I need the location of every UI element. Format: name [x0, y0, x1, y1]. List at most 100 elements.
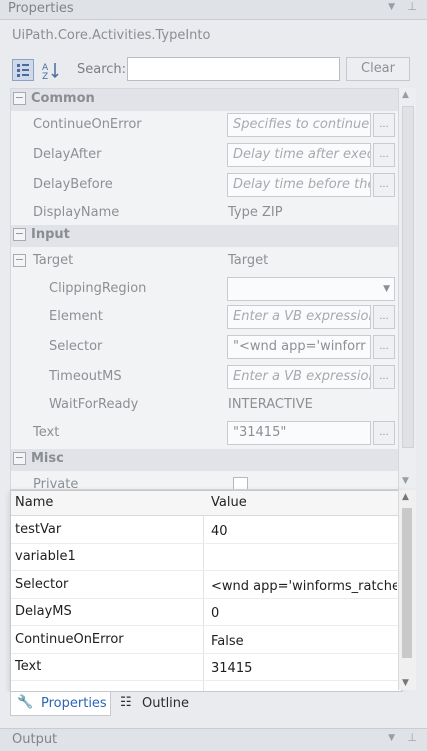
properties-panel-header: Properties ▼ ⊥: [0, 0, 427, 20]
property-name: Selector: [49, 339, 103, 354]
delaybefore-input[interactable]: Delay time before the: [227, 173, 371, 197]
grid-scrollbar[interactable]: ▲ ▼: [398, 88, 416, 488]
alphabetical-button[interactable]: A Z: [40, 59, 62, 82]
property-name: Target: [33, 253, 74, 268]
variable-name: testVar: [15, 522, 62, 537]
text-input[interactable]: "31415": [227, 421, 371, 445]
output-title: Output: [12, 732, 58, 747]
collapse-icon[interactable]: −: [13, 228, 26, 241]
scroll-down-icon[interactable]: ▼: [402, 476, 409, 486]
ellipsis-button[interactable]: ...: [373, 173, 395, 197]
placeholder-text: Enter a VB expressior: [233, 309, 371, 324]
ellipsis-button[interactable]: ...: [373, 365, 395, 389]
activity-type: UiPath.Core.Activities.TypeInto: [12, 28, 211, 43]
search-input[interactable]: [127, 57, 340, 81]
category-input[interactable]: − Input: [11, 225, 398, 247]
placeholder-text: Delay time before the: [233, 177, 371, 192]
variable-value[interactable]: 31415: [211, 661, 397, 676]
variable-value[interactable]: <wnd app='winforms_ratche: [211, 579, 397, 594]
collapse-icon[interactable]: −: [13, 452, 26, 465]
property-name: DelayBefore: [33, 177, 113, 192]
svg-text:Z: Z: [42, 72, 48, 80]
output-panel-header: Output ▼ ⊥: [0, 728, 427, 751]
variable-name: ContinueOnError: [15, 632, 124, 647]
continueonerror-input[interactable]: Specifies to continue: [227, 113, 371, 137]
property-name: Private: [33, 477, 79, 490]
property-name: Element: [49, 309, 103, 324]
ellipsis-button[interactable]: ...: [373, 305, 395, 329]
scroll-up-icon[interactable]: ▲: [402, 90, 409, 100]
table-row[interactable]: Text 31415: [11, 653, 401, 681]
collapse-icon[interactable]: −: [13, 92, 26, 105]
table-header: Name Value: [11, 491, 401, 516]
property-row-timeoutms[interactable]: TimeoutMS Enter a VB expressior ...: [11, 363, 398, 391]
dropdown-icon[interactable]: ▼: [388, 733, 395, 743]
pin-icon[interactable]: ⊥: [407, 731, 417, 744]
column-header-value[interactable]: Value: [211, 495, 247, 510]
property-row-delaybefore[interactable]: DelayBefore Delay time before the ...: [11, 171, 398, 199]
ellipsis-button[interactable]: ...: [373, 421, 395, 445]
variable-value[interactable]: 0: [211, 606, 397, 621]
tab-label: Outline: [142, 696, 190, 711]
property-name: DisplayName: [33, 205, 120, 220]
element-input[interactable]: Enter a VB expressior: [227, 305, 371, 329]
table-row[interactable]: DelayMS 0: [11, 598, 401, 626]
table-row[interactable]: variable1: [11, 543, 401, 571]
category-common[interactable]: − Common: [11, 89, 398, 111]
property-name: DelayAfter: [33, 147, 102, 162]
variables-scrollbar[interactable]: ▲ ▼: [398, 490, 416, 690]
property-name: ContinueOnError: [33, 117, 142, 132]
chevron-down-icon: ▼: [383, 284, 390, 294]
waitforready-value[interactable]: INTERACTIVE: [228, 397, 313, 412]
property-name: Text: [33, 425, 60, 440]
categorized-button[interactable]: [12, 59, 34, 81]
variable-value[interactable]: False: [211, 634, 397, 649]
property-row-delayafter[interactable]: DelayAfter Delay time after exec ...: [11, 141, 398, 169]
delayafter-input[interactable]: Delay time after exec: [227, 143, 371, 167]
tab-properties[interactable]: 🔧 Properties: [10, 692, 111, 716]
dropdown-icon[interactable]: ▼: [388, 2, 395, 12]
property-row-displayname[interactable]: DisplayName Type ZIP: [11, 199, 398, 227]
category-label: Input: [31, 227, 70, 242]
clear-button[interactable]: Clear: [346, 57, 410, 81]
table-row[interactable]: Selector <wnd app='winforms_ratche: [11, 571, 401, 599]
property-row-private[interactable]: Private: [11, 471, 398, 490]
collapse-icon[interactable]: −: [13, 254, 26, 267]
displayname-value[interactable]: Type ZIP: [228, 205, 283, 220]
category-misc[interactable]: − Misc: [11, 449, 398, 471]
ellipsis-button[interactable]: ...: [373, 143, 395, 167]
clippingregion-select[interactable]: ▼: [227, 277, 395, 301]
tab-outline[interactable]: ☷ Outline: [118, 692, 198, 716]
scroll-thumb[interactable]: [402, 508, 412, 658]
scroll-up-icon[interactable]: ▲: [402, 492, 409, 502]
alphabetical-icon: A Z: [42, 63, 59, 82]
pin-icon[interactable]: ⊥: [407, 0, 417, 13]
table-row[interactable]: testVar 40: [11, 516, 401, 544]
scroll-down-icon[interactable]: ▼: [402, 678, 409, 688]
property-row-clippingregion[interactable]: ClippingRegion ▼: [11, 275, 398, 303]
property-row-selector[interactable]: Selector "<wnd app='winforr ...: [11, 333, 398, 361]
selector-value: "<wnd app='winforr: [233, 339, 366, 354]
table-row[interactable]: ContinueOnError False: [11, 626, 401, 654]
target-value: Target: [228, 253, 269, 268]
private-checkbox[interactable]: [233, 477, 248, 489]
variable-name: DelayMS: [15, 604, 72, 619]
property-row-text[interactable]: Text "31415" ...: [11, 419, 398, 447]
column-header-name[interactable]: Name: [15, 495, 53, 510]
property-row-continueonerror[interactable]: ContinueOnError Specifies to continue ..…: [11, 111, 398, 139]
property-name: ClippingRegion: [49, 281, 147, 296]
variable-value[interactable]: 40: [211, 524, 397, 539]
placeholder-text: Enter a VB expressior: [233, 369, 371, 384]
property-row-target[interactable]: − Target Target: [11, 247, 398, 275]
timeoutms-input[interactable]: Enter a VB expressior: [227, 365, 371, 389]
property-row-element[interactable]: Element Enter a VB expressior ...: [11, 303, 398, 331]
wrench-icon: 🔧: [17, 695, 34, 710]
ellipsis-button[interactable]: ...: [373, 113, 395, 137]
text-value: "31415": [233, 425, 287, 440]
ellipsis-button[interactable]: ...: [373, 335, 395, 359]
outline-icon: ☷: [120, 695, 132, 710]
selector-input[interactable]: "<wnd app='winforr: [227, 335, 371, 359]
property-row-waitforready[interactable]: WaitForReady INTERACTIVE: [11, 391, 398, 419]
scroll-thumb[interactable]: [402, 106, 414, 448]
variable-name: Text: [15, 659, 42, 674]
